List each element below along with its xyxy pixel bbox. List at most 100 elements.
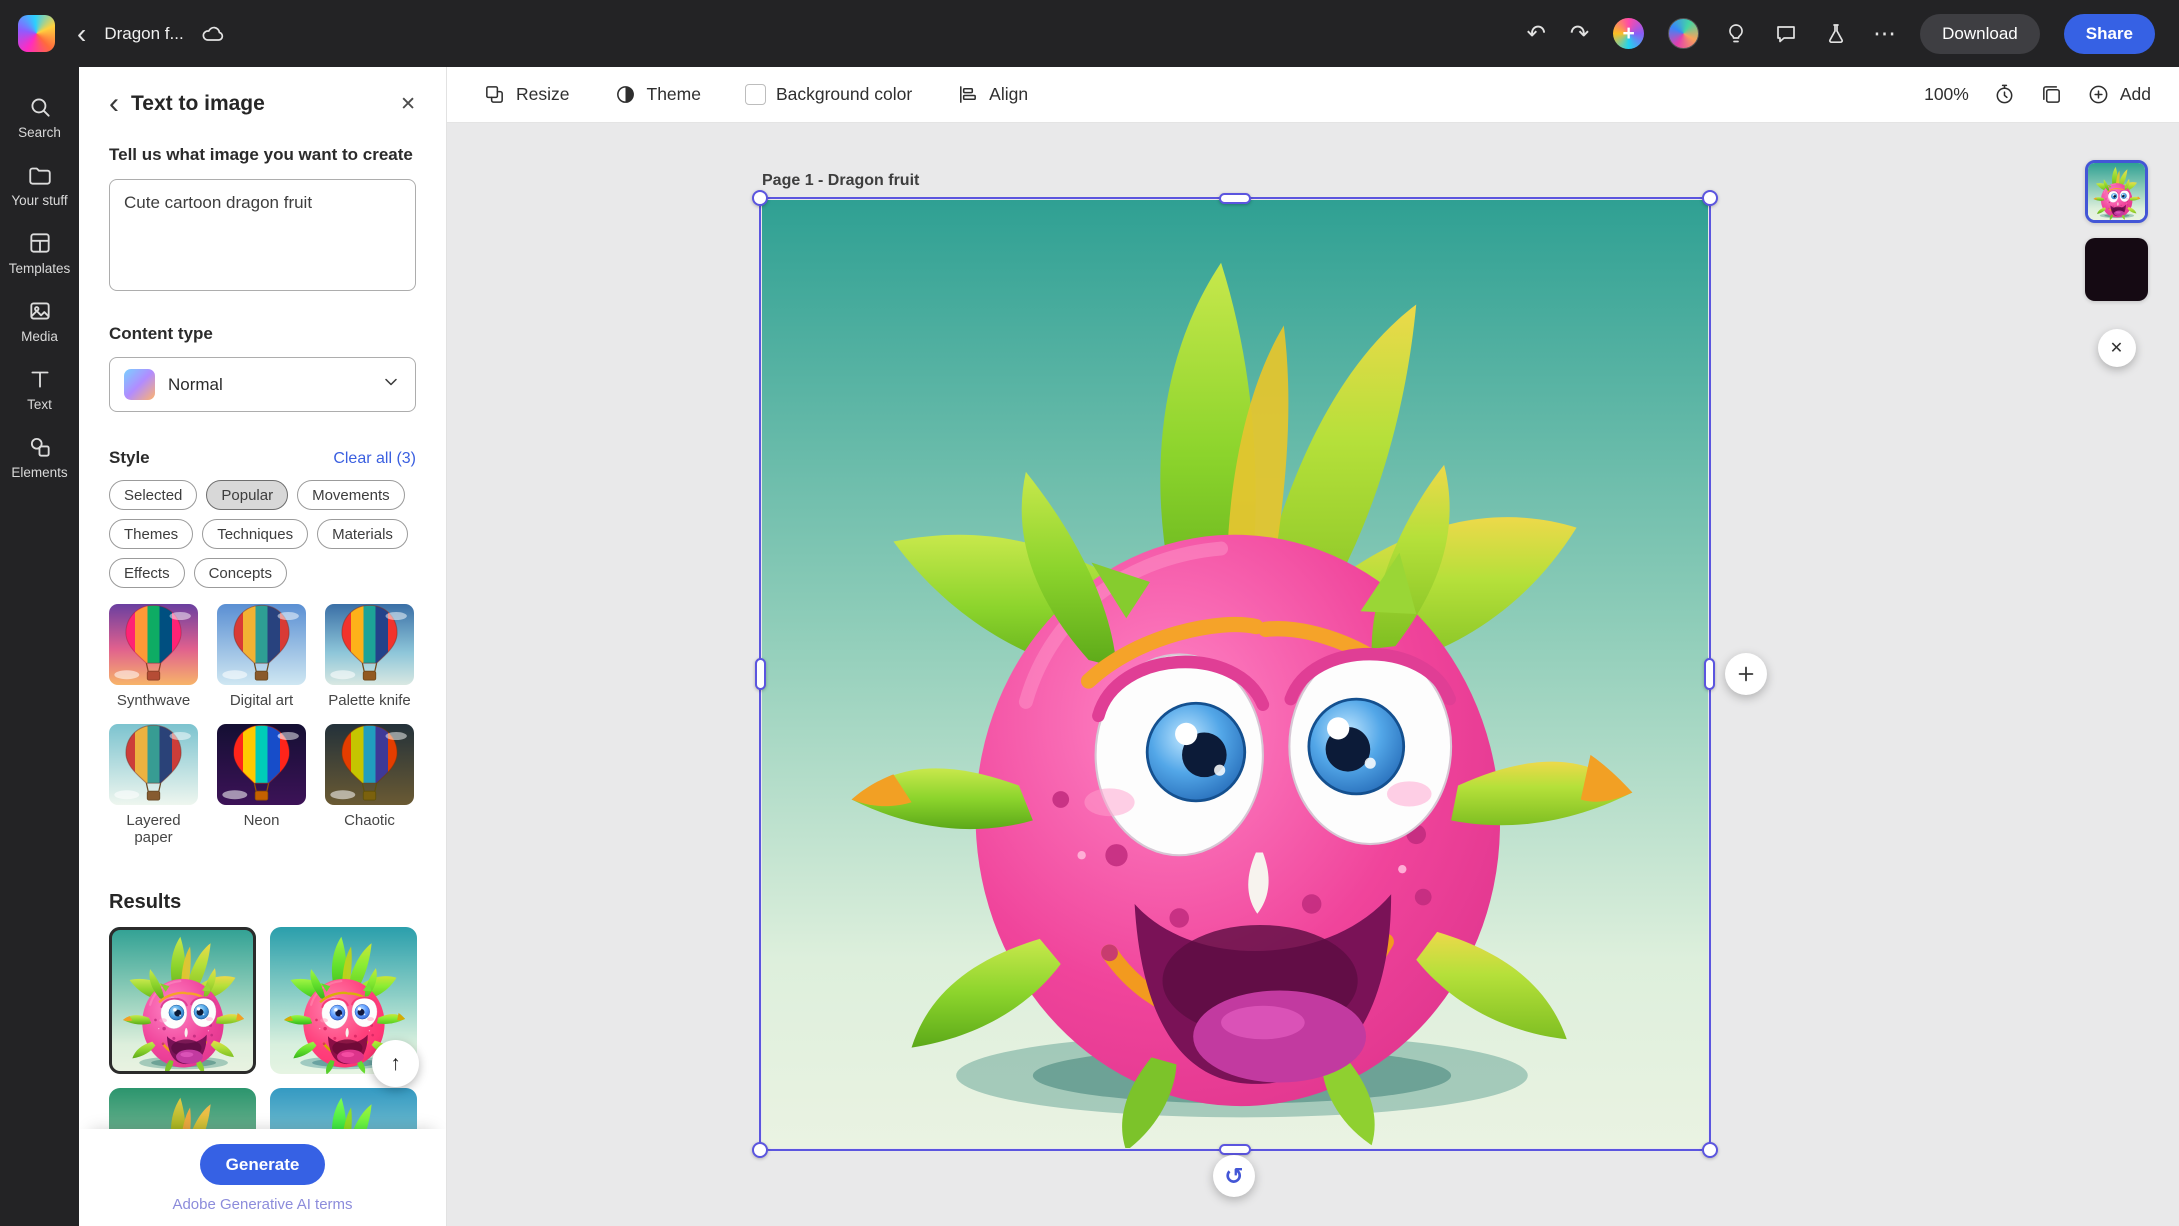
history-button[interactable] bbox=[1993, 83, 2016, 106]
resize-handle-bottom-left[interactable] bbox=[752, 1142, 768, 1158]
add-icon bbox=[2087, 83, 2110, 106]
sidebar-item-elements[interactable]: Elements bbox=[3, 423, 77, 491]
theme-button[interactable]: Theme bbox=[614, 83, 701, 106]
undo-button[interactable]: ↶ bbox=[1527, 22, 1546, 45]
page-2-thumbnail[interactable] bbox=[2085, 238, 2148, 301]
panel-back-button[interactable]: ‹ bbox=[109, 91, 119, 117]
prompt-label: Tell us what image you want to create bbox=[109, 145, 416, 165]
page-1-thumbnail[interactable] bbox=[2085, 160, 2148, 223]
align-button[interactable]: Align bbox=[956, 83, 1028, 106]
add-button[interactable]: Add bbox=[2087, 83, 2151, 106]
beaker-icon[interactable] bbox=[1823, 21, 1849, 47]
search-icon bbox=[27, 94, 53, 120]
adobe-express-app: ‹ Dragon f... ↶ ↷ + ⋯ Download Share bbox=[0, 0, 2179, 1226]
sidebar-item-text[interactable]: Text bbox=[3, 355, 77, 423]
content-type-value: Normal bbox=[168, 375, 368, 395]
chevron-down-icon bbox=[381, 372, 401, 397]
chip-effects[interactable]: Effects bbox=[109, 558, 185, 588]
content-type-label: Content type bbox=[109, 324, 416, 344]
canvas-toolbar: Resize Theme Background color Align 100%… bbox=[447, 67, 2179, 123]
style-tile-digital-art[interactable]: Digital art bbox=[217, 604, 306, 724]
sidebar-item-your-stuff[interactable]: Your stuff bbox=[3, 151, 77, 219]
panel-close-button[interactable]: ✕ bbox=[400, 93, 416, 116]
results-label: Results bbox=[109, 891, 416, 914]
canvas-artboard[interactable] bbox=[762, 200, 1708, 1148]
lightbulb-icon[interactable] bbox=[1723, 21, 1749, 47]
style-filter-chips: Selected Popular Movements Themes Techni… bbox=[109, 480, 416, 588]
create-new-button[interactable]: + bbox=[1613, 18, 1644, 49]
top-bar: ‹ Dragon f... ↶ ↷ + ⋯ Download Share bbox=[0, 0, 2179, 67]
more-options-icon[interactable]: ⋯ bbox=[1873, 22, 1896, 45]
chip-materials[interactable]: Materials bbox=[317, 519, 408, 549]
add-page-button[interactable] bbox=[1725, 653, 1767, 695]
avatar[interactable] bbox=[1668, 18, 1699, 49]
resize-handle-right[interactable] bbox=[1704, 658, 1715, 690]
style-tile-synthwave[interactable]: Synthwave bbox=[109, 604, 198, 724]
chip-movements[interactable]: Movements bbox=[297, 480, 405, 510]
align-icon bbox=[956, 83, 979, 106]
prompt-input[interactable]: Cute cartoon dragon fruit bbox=[109, 179, 416, 291]
pages-rail-close-button[interactable]: ✕ bbox=[2098, 329, 2136, 367]
left-rail: Search Your stuff Templates Media Text E… bbox=[0, 67, 79, 1226]
pages-icon bbox=[2040, 83, 2063, 106]
result-thumbnail-1[interactable] bbox=[109, 927, 256, 1074]
sidebar-item-templates[interactable]: Templates bbox=[3, 219, 77, 287]
generate-button[interactable]: Generate bbox=[200, 1144, 326, 1185]
plus-icon bbox=[1735, 663, 1757, 685]
panel-title: Text to image bbox=[131, 92, 265, 116]
content-type-thumbnail bbox=[124, 369, 155, 400]
resize-handle-top[interactable] bbox=[1219, 193, 1251, 204]
chip-techniques[interactable]: Techniques bbox=[202, 519, 308, 549]
redo-button[interactable]: ↷ bbox=[1570, 22, 1589, 45]
pages-button[interactable] bbox=[2040, 83, 2063, 106]
pages-rail: ✕ bbox=[2085, 160, 2148, 367]
chip-themes[interactable]: Themes bbox=[109, 519, 193, 549]
panel-footer: Generate Adobe Generative AI terms bbox=[79, 1129, 446, 1226]
share-button[interactable]: Share bbox=[2064, 14, 2155, 54]
chip-concepts[interactable]: Concepts bbox=[194, 558, 287, 588]
page-label[interactable]: Page 1 - Dragon fruit bbox=[762, 172, 919, 190]
resize-handle-bottom-right[interactable] bbox=[1702, 1142, 1718, 1158]
chip-popular[interactable]: Popular bbox=[206, 480, 288, 510]
rotate-button[interactable]: ↺ bbox=[1213, 1155, 1255, 1197]
sidebar-item-label: Your stuff bbox=[11, 193, 67, 208]
clear-all-link[interactable]: Clear all (3) bbox=[333, 450, 416, 468]
text-icon bbox=[27, 366, 53, 392]
generative-ai-terms-link[interactable]: Adobe Generative AI terms bbox=[172, 1196, 352, 1213]
sidebar-item-label: Elements bbox=[11, 465, 67, 480]
resize-handle-left[interactable] bbox=[755, 658, 766, 690]
comment-icon[interactable] bbox=[1773, 21, 1799, 47]
chip-selected[interactable]: Selected bbox=[109, 480, 197, 510]
adobe-express-logo[interactable] bbox=[18, 15, 55, 52]
resize-handle-top-left[interactable] bbox=[752, 190, 768, 206]
style-tile-layered-paper[interactable]: Layered paper bbox=[109, 724, 198, 861]
sidebar-item-label: Media bbox=[21, 329, 58, 344]
sidebar-item-label: Text bbox=[27, 397, 52, 412]
elements-icon bbox=[27, 434, 53, 460]
style-tile-chaotic[interactable]: Chaotic bbox=[325, 724, 414, 861]
sidebar-item-media[interactable]: Media bbox=[3, 287, 77, 355]
resize-icon bbox=[483, 83, 506, 106]
theme-icon bbox=[614, 83, 637, 106]
background-color-swatch bbox=[745, 84, 766, 105]
sidebar-item-label: Templates bbox=[9, 261, 71, 276]
canvas-image[interactable] bbox=[762, 200, 1708, 1148]
resize-handle-bottom[interactable] bbox=[1219, 1144, 1251, 1155]
document-title[interactable]: Dragon f... bbox=[104, 24, 183, 44]
sidebar-item-search[interactable]: Search bbox=[3, 83, 77, 151]
resize-handle-top-right[interactable] bbox=[1702, 190, 1718, 206]
zoom-level[interactable]: 100% bbox=[1924, 84, 1969, 105]
resize-button[interactable]: Resize bbox=[483, 83, 570, 106]
background-color-button[interactable]: Background color bbox=[745, 84, 912, 105]
style-tile-neon[interactable]: Neon bbox=[217, 724, 306, 861]
style-grid: Synthwave Digital art Palette knife Laye… bbox=[109, 604, 416, 861]
content-type-dropdown[interactable]: Normal bbox=[109, 357, 416, 412]
folder-icon bbox=[27, 162, 53, 188]
text-to-image-panel: ‹ Text to image ✕ Tell us what image you… bbox=[79, 67, 447, 1226]
back-icon[interactable]: ‹ bbox=[75, 20, 88, 48]
history-icon bbox=[1993, 83, 2016, 106]
scroll-to-top-button[interactable]: ↑ bbox=[372, 1040, 419, 1087]
style-tile-palette-knife[interactable]: Palette knife bbox=[325, 604, 414, 724]
cloud-sync-icon[interactable] bbox=[200, 21, 226, 47]
download-button[interactable]: Download bbox=[1920, 14, 2040, 54]
